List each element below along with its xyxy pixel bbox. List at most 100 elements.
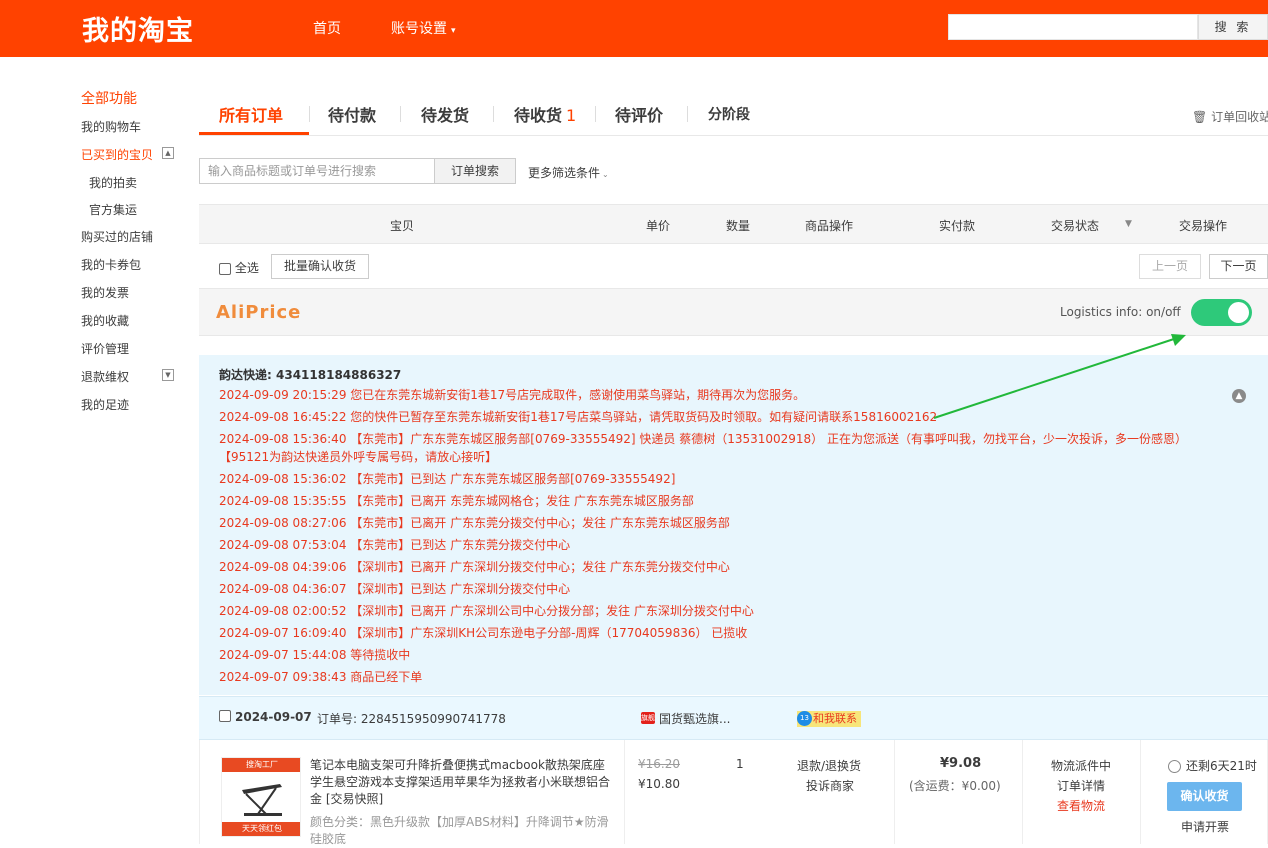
- header-search-button[interactable]: 搜 索: [1198, 14, 1268, 40]
- header-search-input[interactable]: [948, 14, 1198, 40]
- status-filter-triangle-icon[interactable]: ▼: [1125, 219, 1132, 229]
- log-line: 2024-09-08 15:36:02 【东莞市】已到达 广东东莞东城区服务部[…: [219, 472, 676, 486]
- more-filters-label: 更多筛选条件: [528, 166, 601, 180]
- sidebar-item-shops[interactable]: 购买过的店铺: [81, 228, 153, 245]
- th-item: 宝贝: [390, 219, 415, 233]
- log-line: 2024-09-08 08:27:06 【东莞市】已离开 广东东莞分拨交付中心；…: [219, 516, 730, 530]
- tracking-number: 434118184886327: [276, 368, 402, 382]
- remaining-time-label: 还剩6天21时: [1186, 759, 1257, 773]
- sidebar-item-refunds[interactable]: 退款维权: [81, 368, 129, 385]
- order-search-input[interactable]: 输入商品标题或订单号进行搜索: [199, 158, 435, 184]
- tab-separator: [595, 106, 596, 122]
- logistics-toggle-label: Logistics info: on/off: [1060, 305, 1181, 319]
- shop-name-link[interactable]: 国货甄选旗...: [659, 710, 730, 727]
- th-item-ops: 商品操作: [805, 219, 854, 233]
- logistics-toggle-switch[interactable]: [1191, 299, 1252, 326]
- log-line: 2024-09-09 20:15:29 您已在东莞东城新安街1巷17号店完成取件…: [219, 388, 806, 402]
- request-invoice-link[interactable]: 申请开票: [1181, 818, 1229, 835]
- order-item-row: 搜淘工厂 天天领红包 笔记本电脑支架可升降折叠便携式macbook散热架底座学生…: [199, 740, 1268, 846]
- unit-price: ¥10.80: [638, 777, 680, 791]
- product-title-link[interactable]: 笔记本电脑支架可升降折叠便携式macbook散热架底座学生悬空游戏本支撑架适用苹…: [310, 757, 610, 808]
- sidebar-item-bought[interactable]: 已买到的宝贝: [81, 146, 153, 163]
- log-line: 2024-09-08 04:36:07 【深圳市】已到达 广东深圳分拨交付中心: [219, 582, 571, 596]
- order-status: 物流派件中: [1051, 759, 1112, 773]
- log-line: 2024-09-08 15:35:55 【东莞市】已离开 东莞东城网格仓；发往 …: [219, 494, 694, 508]
- product-thumbnail[interactable]: 搜淘工厂 天天领红包: [221, 757, 301, 837]
- log-line: 2024-09-07 16:09:40 【深圳市】广东深圳KH公司东逊电子分部-…: [219, 626, 748, 640]
- tab-all-orders[interactable]: 所有订单: [219, 102, 283, 126]
- nav-home[interactable]: 首页: [313, 18, 341, 38]
- tab-installment[interactable]: 分阶段: [708, 104, 750, 124]
- order-search-button[interactable]: 订单搜索: [434, 158, 516, 184]
- th-unit-price: 单价: [646, 219, 671, 233]
- complain-link[interactable]: 投诉商家: [806, 777, 854, 794]
- taobao-logo[interactable]: 我的淘宝: [82, 9, 194, 48]
- tab-to-receive[interactable]: 待收货 1: [514, 102, 576, 126]
- sidebar-item-invoices[interactable]: 我的发票: [81, 284, 129, 301]
- log-line: 2024-09-08 07:53:04 【东莞市】已到达 广东东莞分拨交付中心: [219, 538, 571, 552]
- more-filters[interactable]: 更多筛选条件 ⌄: [528, 164, 609, 181]
- view-logistics-link[interactable]: 查看物流: [1057, 797, 1105, 814]
- log-line: 2024-09-08 16:45:22 您的快件已暂存至东莞东城新安街1巷17号…: [219, 410, 938, 424]
- sidebar-item-footprints[interactable]: 我的足迹: [81, 396, 129, 413]
- prev-page-button[interactable]: 上一页: [1139, 254, 1201, 279]
- sidebar-item-reviews[interactable]: 评价管理: [81, 340, 129, 357]
- select-all[interactable]: 全选: [219, 259, 259, 276]
- sidebar-item-favorites[interactable]: 我的收藏: [81, 312, 129, 329]
- flagship-store-icon: 旗舰: [641, 712, 655, 724]
- batch-confirm-button[interactable]: 批量确认收货: [271, 254, 369, 279]
- column-divider: [1022, 740, 1023, 844]
- contact-seller-button[interactable]: 13 和我联系: [797, 711, 861, 727]
- product-img-top-banner: 搜淘工厂: [222, 758, 300, 772]
- log-line: 2024-09-08 04:39:06 【深圳市】已离开 广东深圳分拨交付中心；…: [219, 560, 730, 574]
- order-date: 2024-09-07: [235, 710, 312, 724]
- tab-to-pay[interactable]: 待付款: [328, 102, 376, 126]
- tab-separator: [400, 106, 401, 122]
- select-all-label: 全选: [234, 261, 259, 275]
- collapse-up-icon[interactable]: ▲: [162, 147, 174, 159]
- logistics-panel: 韵达快递: 434118184886327 2024-09-09 20:15:2…: [199, 355, 1268, 695]
- tab-to-ship[interactable]: 待发货: [421, 102, 469, 126]
- nav-account-settings[interactable]: 账号设置 ▾: [391, 18, 456, 38]
- order-checkbox[interactable]: [219, 710, 231, 722]
- next-page-button[interactable]: 下一页: [1209, 254, 1268, 279]
- to-receive-count: 1: [566, 106, 577, 125]
- order-tabs: 所有订单 待付款 待发货 待收货 1 待评价 分阶段 🗑 订单回收站: [199, 96, 1268, 136]
- sidebar-item-cart[interactable]: 我的购物车: [81, 118, 141, 135]
- toggle-knob: [1228, 302, 1249, 323]
- order-recycle-bin[interactable]: 🗑 订单回收站: [1192, 108, 1268, 125]
- tab-separator: [687, 106, 688, 122]
- tab-separator: [493, 106, 494, 122]
- batch-toolbar: 全选 批量确认收货 上一页 下一页: [199, 254, 1268, 280]
- th-status[interactable]: 交易状态: [1051, 217, 1099, 234]
- product-img-bottom-banner: 天天领红包: [222, 822, 300, 836]
- chevron-down-icon: ▾: [451, 26, 456, 36]
- sidebar-item-auction[interactable]: 我的拍卖: [89, 174, 137, 191]
- tab-separator: [309, 106, 310, 122]
- contact-label: 和我联系: [813, 712, 857, 725]
- quantity: 1: [736, 757, 744, 771]
- sidebar-title: 全部功能: [81, 91, 137, 107]
- tab-to-review[interactable]: 待评价: [615, 102, 663, 126]
- column-divider: [624, 740, 625, 844]
- sidebar-item-coupons[interactable]: 我的卡券包: [81, 256, 141, 273]
- timer-icon: [1168, 760, 1181, 773]
- refund-link[interactable]: 退款/退换货: [797, 757, 861, 774]
- chat-bubble-icon: 13: [797, 711, 812, 726]
- courier-tracking: 韵达快递: 434118184886327: [219, 366, 401, 383]
- order-header: 2024-09-07 订单号: 2284515950990741778 旗舰 国…: [199, 696, 1268, 740]
- select-all-checkbox[interactable]: [219, 262, 231, 275]
- sidebar-item-consolidation[interactable]: 官方集运: [89, 201, 137, 218]
- th-paid: 实付款: [939, 219, 976, 233]
- confirm-receipt-button[interactable]: 确认收货: [1167, 782, 1242, 811]
- paid-amount: ¥9.08: [940, 756, 982, 771]
- laptop-stand-image: [242, 784, 282, 816]
- order-number: 订单号: 2284515950990741778: [317, 710, 506, 727]
- order-detail-link[interactable]: 订单详情: [1057, 777, 1105, 794]
- remaining-time: 还剩6天21时: [1168, 757, 1257, 774]
- tab-to-receive-label: 待收货: [514, 106, 563, 125]
- collapse-up-circle-icon[interactable]: ▲: [1232, 389, 1246, 403]
- expand-down-icon[interactable]: ▼: [162, 369, 174, 381]
- active-tab-underline: [199, 132, 309, 135]
- original-price: ¥16.20: [638, 757, 680, 771]
